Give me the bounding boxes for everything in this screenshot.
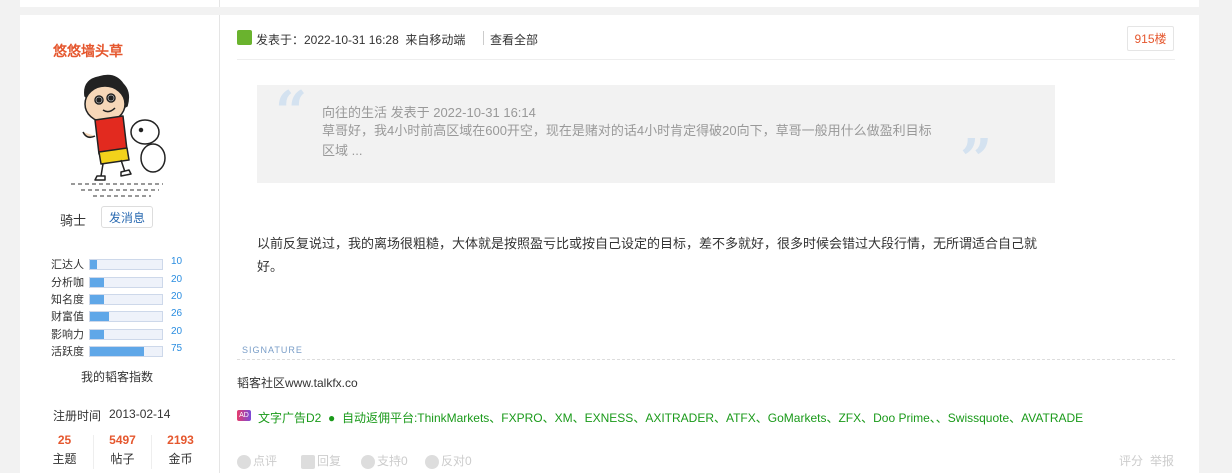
register-date: 2013-02-14 <box>109 407 171 421</box>
stat-bar-fill <box>90 312 109 321</box>
stat-bar-fill <box>90 278 105 287</box>
reply-label: 回复 <box>317 454 342 468</box>
divider <box>151 435 152 469</box>
post-time: 发表于：2022-10-31 16:28 <box>256 33 399 47</box>
stat-bar-fill <box>90 347 144 356</box>
post-source: 来自移动端 <box>405 33 466 47</box>
thumbs-up-icon <box>361 454 375 469</box>
count-label: 主题 <box>52 452 77 466</box>
close-quote-icon: ” <box>960 127 993 193</box>
reply-button[interactable]: 回复 <box>301 452 341 469</box>
support-label: 支持0 <box>377 454 408 468</box>
open-quote-icon: “ <box>275 79 308 145</box>
comment-icon <box>237 454 251 469</box>
signature-text: 韬客社区www.talkfx.co <box>237 376 358 390</box>
post-content: 以前反复说过，我的离场很粗糙，大体就是按照盈亏比或按自己设定的目标，差不多就好，… <box>257 236 1038 274</box>
stat-bar <box>89 346 163 357</box>
report-link[interactable]: 举报 <box>1150 452 1174 469</box>
stat-label: 活跃度 <box>51 346 84 358</box>
previous-post-bottom <box>20 0 1199 7</box>
bullet-icon: ● <box>328 411 336 425</box>
stat-row: 财富值 26 <box>51 307 201 324</box>
divider <box>237 59 1175 60</box>
floor-number[interactable]: 915楼 <box>1127 26 1174 51</box>
stat-label: 汇达人 <box>51 259 84 271</box>
stat-row: 知名度 20 <box>51 290 201 307</box>
send-message-button[interactable]: 发消息 <box>101 206 153 228</box>
stat-value[interactable]: 20 <box>171 326 182 337</box>
stat-row: 汇达人 10 <box>51 255 201 272</box>
register-label: 注册时间 <box>53 409 102 423</box>
post-meta: 发表于：2022-10-31 16:28 来自移动端 <box>256 31 465 48</box>
reply-icon <box>301 454 315 469</box>
user-rank: 骑士 <box>60 213 87 228</box>
topics-count[interactable]: 25 主题 <box>37 433 92 467</box>
stat-label: 分析咖 <box>51 277 84 289</box>
stat-label: 影响力 <box>51 329 84 341</box>
stat-bar-fill <box>90 330 105 339</box>
support-button[interactable]: 支持0 <box>361 452 408 469</box>
avatar[interactable] <box>63 72 175 200</box>
stat-label: 财富值 <box>51 311 84 323</box>
stat-bar-fill <box>90 260 98 269</box>
stat-value[interactable]: 20 <box>171 274 182 285</box>
divider <box>93 435 94 469</box>
signature-divider <box>237 359 1175 360</box>
stat-bar <box>89 329 163 340</box>
rate-label: 点评 <box>253 454 278 468</box>
talkfx-index-link[interactable]: 我的韬客指数 <box>81 368 153 385</box>
rate-button[interactable]: 点评 <box>237 452 277 469</box>
stat-row: 分析咖 20 <box>51 273 201 290</box>
count-number: 5497 <box>109 433 136 447</box>
count-label: 帖子 <box>110 452 135 466</box>
author-name[interactable]: 悠悠墙头草 <box>53 41 123 61</box>
stat-value[interactable]: 75 <box>171 343 182 354</box>
ad-link[interactable]: 自动返佣平台:ThinkMarkets、FXPRO、XM、EXNESS、AXIT… <box>342 411 1083 425</box>
posts-count[interactable]: 5497 帖子 <box>95 433 150 467</box>
thumbs-down-icon <box>425 454 439 469</box>
post-main: 发表于：2022-10-31 16:28 来自移动端 查看全部 915楼 “ 向… <box>220 15 1199 473</box>
stat-label: 知名度 <box>51 294 84 306</box>
ad-label[interactable]: 文字广告D2 <box>258 411 321 425</box>
stat-value[interactable]: 26 <box>171 308 182 319</box>
stat-bar <box>89 294 163 305</box>
quote-header: 向往的生活 发表于 2022-10-31 16:14 <box>322 105 536 120</box>
coins-count[interactable]: 2193 金币 <box>153 433 208 467</box>
stat-bar <box>89 259 163 270</box>
divider <box>219 0 220 7</box>
ad-icon: AD <box>237 410 251 421</box>
online-status-icon <box>237 30 252 45</box>
stat-value[interactable]: 20 <box>171 291 182 302</box>
stat-value[interactable]: 10 <box>171 256 182 267</box>
quote-block: “ 向往的生活 发表于 2022-10-31 16:14 草哥好，我4小时前高区… <box>257 79 1055 193</box>
quote-body: 草哥好，我4小时前高区域在600开空，现在是赌对的话4小时肯定得破20向下，草哥… <box>322 123 932 158</box>
author-sidebar: 悠悠墙头草 骑士 发消息 汇达人 10 分析咖 20 知名度 20 财富值 26… <box>20 15 220 473</box>
ad-line: 文字广告D2 ● 自动返佣平台:ThinkMarkets、FXPRO、XM、EX… <box>258 409 1083 426</box>
oppose-label: 反对0 <box>441 454 472 468</box>
divider <box>483 31 484 45</box>
count-label: 金币 <box>168 452 193 466</box>
signature-label: SIGNATURE <box>242 345 303 355</box>
view-all-link[interactable]: 查看全部 <box>490 31 538 48</box>
stat-bar <box>89 311 163 322</box>
stat-bar <box>89 277 163 288</box>
stat-bar-fill <box>90 295 105 304</box>
score-link[interactable]: 评分 <box>1119 452 1143 469</box>
post-container: 悠悠墙头草 骑士 发消息 汇达人 10 分析咖 20 知名度 20 财富值 26… <box>20 15 1199 473</box>
count-number: 2193 <box>167 433 194 447</box>
oppose-button[interactable]: 反对0 <box>425 452 472 469</box>
count-number: 25 <box>57 433 72 447</box>
stat-row: 影响力 20 <box>51 325 201 342</box>
stat-row: 活跃度 75 <box>51 342 201 359</box>
